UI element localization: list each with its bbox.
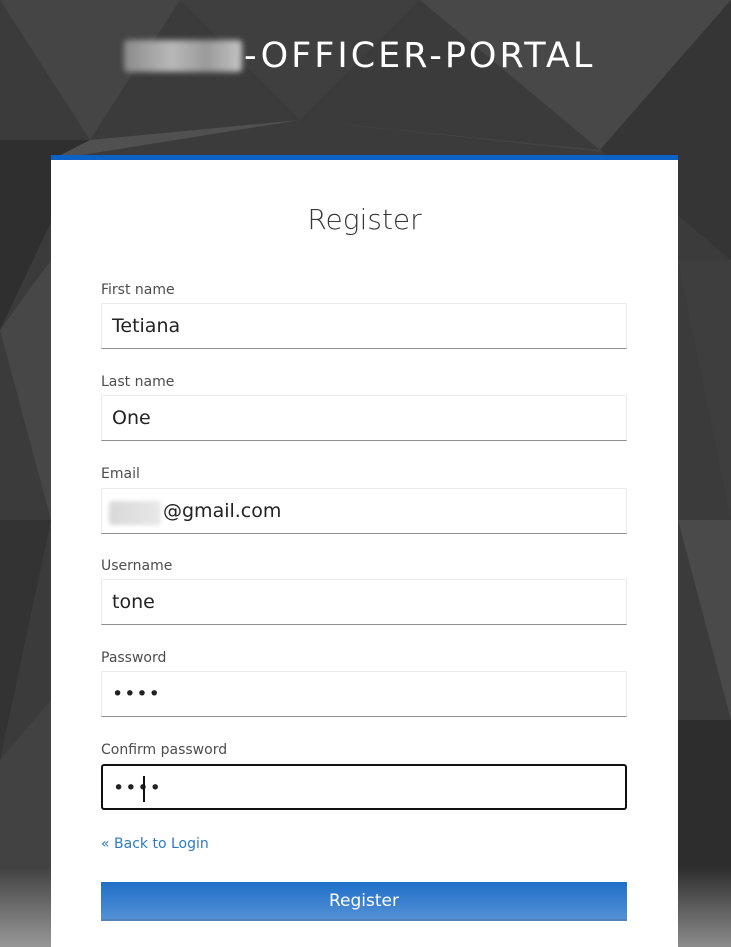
last-name-value: One bbox=[112, 407, 151, 429]
password-label: Password bbox=[101, 650, 167, 666]
page-title: Register bbox=[307, 203, 422, 236]
username-value: tone bbox=[112, 591, 155, 613]
back-to-login-link[interactable]: « Back to Login bbox=[101, 835, 209, 853]
last-name-input[interactable]: One bbox=[101, 395, 627, 441]
confirm-password-input[interactable]: •••• bbox=[101, 764, 627, 810]
email-label: Email bbox=[101, 466, 140, 482]
username-label: Username bbox=[101, 558, 173, 574]
register-card: Register First name Tetiana Last name On… bbox=[51, 155, 678, 947]
confirm-password-value: •••• bbox=[113, 777, 162, 799]
first-name-value: Tetiana bbox=[112, 315, 181, 337]
first-name-input[interactable]: Tetiana bbox=[101, 303, 627, 349]
email-local-part-redacted bbox=[109, 501, 161, 525]
password-input[interactable]: •••• bbox=[101, 671, 627, 717]
password-value: •••• bbox=[112, 683, 161, 705]
register-button[interactable]: Register bbox=[101, 882, 627, 921]
username-input[interactable]: tone bbox=[101, 579, 627, 625]
email-value: @gmail.com bbox=[163, 500, 282, 522]
email-input[interactable]: @gmail.com bbox=[101, 488, 627, 534]
brand-name-redacted bbox=[124, 40, 242, 72]
first-name-label: First name bbox=[101, 282, 175, 298]
brand-header: -OFFICER-PORTAL bbox=[0, 28, 731, 84]
brand-title: -OFFICER-PORTAL bbox=[244, 36, 596, 76]
last-name-label: Last name bbox=[101, 374, 175, 390]
confirm-password-label: Confirm password bbox=[101, 742, 228, 758]
text-caret bbox=[143, 776, 145, 802]
